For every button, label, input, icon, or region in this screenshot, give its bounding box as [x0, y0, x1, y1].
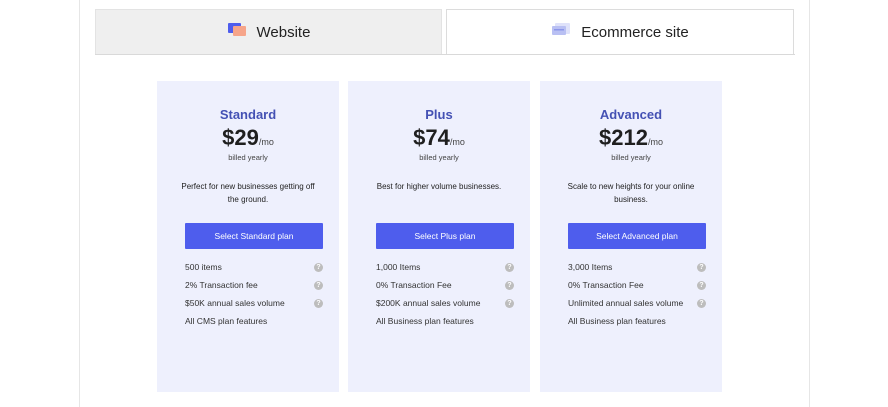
feature-text: $50K annual sales volume — [185, 298, 285, 308]
select-plus-plan-button[interactable]: Select Plus plan — [376, 223, 514, 249]
feature-item: $50K annual sales volume? — [185, 298, 323, 309]
tab-ecommerce-label: Ecommerce site — [581, 23, 689, 41]
help-icon[interactable]: ? — [505, 263, 514, 272]
website-icon — [227, 22, 247, 42]
plan-name: Advanced — [599, 107, 663, 122]
plan-description: Scale to new heights for your online bus… — [567, 182, 695, 204]
price-period: /mo — [258, 137, 274, 147]
billing-note: billed yearly — [419, 153, 459, 162]
feature-text: All Business plan features — [568, 316, 666, 326]
feature-item: 1,000 Items? — [376, 262, 514, 273]
feature-text: Unlimited annual sales volume — [568, 298, 684, 308]
help-icon[interactable]: ? — [697, 263, 706, 272]
select-advanced-plan-button[interactable]: Select Advanced plan — [568, 223, 706, 249]
price-row: $29/mo — [157, 125, 339, 151]
feature-item: 2% Transaction fee? — [185, 280, 323, 291]
feature-list: 3,000 Items? 0% Transaction Fee? Unlimit… — [568, 262, 706, 334]
help-icon[interactable]: ? — [314, 263, 323, 272]
plan-name: Plus — [425, 107, 453, 122]
feature-text: 2% Transaction fee — [185, 280, 258, 290]
help-icon[interactable]: ? — [314, 299, 323, 308]
help-icon[interactable]: ? — [314, 281, 323, 290]
feature-item: Unlimited annual sales volume? — [568, 298, 706, 309]
plan-card-standard: Standard $29/mo billed yearly Perfect fo… — [157, 81, 339, 392]
plan-card-plus: Plus $74/mo billed yearly Best for highe… — [348, 81, 530, 392]
feature-item: 0% Transaction Fee? — [376, 280, 514, 291]
plan-name: Standard — [219, 107, 277, 122]
price-period: /mo — [647, 137, 663, 147]
price-row: $74/mo — [348, 125, 530, 151]
plan-price: $212 — [599, 125, 648, 150]
feature-text: 3,000 Items — [568, 262, 613, 272]
feature-item: All CMS plan features — [185, 316, 323, 327]
plan-card-advanced: Advanced $212/mo billed yearly Scale to … — [540, 81, 722, 392]
tab-website[interactable]: Website — [95, 9, 442, 55]
feature-list: 500 items? 2% Transaction fee? $50K annu… — [185, 262, 323, 334]
feature-list: 1,000 Items? 0% Transaction Fee? $200K a… — [376, 262, 514, 334]
plan-price: $29 — [222, 125, 259, 150]
select-standard-plan-button[interactable]: Select Standard plan — [185, 223, 323, 249]
feature-text: $200K annual sales volume — [376, 298, 481, 308]
feature-item: 3,000 Items? — [568, 262, 706, 273]
help-icon[interactable]: ? — [505, 299, 514, 308]
help-icon[interactable]: ? — [697, 281, 706, 290]
feature-item: $200K annual sales volume? — [376, 298, 514, 309]
feature-item: All Business plan features — [568, 316, 706, 327]
tab-website-label: Website — [256, 23, 311, 41]
plan-description: Best for higher volume businesses. — [376, 182, 502, 191]
feature-text: 0% Transaction Fee — [568, 280, 644, 290]
tab-ecommerce-site[interactable]: Ecommerce site — [446, 9, 794, 55]
feature-item: 0% Transaction Fee? — [568, 280, 706, 291]
feature-text: All Business plan features — [376, 316, 474, 326]
ecommerce-icon — [551, 22, 571, 42]
feature-item: All Business plan features — [376, 316, 514, 327]
billing-note: billed yearly — [611, 153, 651, 162]
feature-text: All CMS plan features — [185, 316, 268, 326]
price-period: /mo — [449, 137, 465, 147]
feature-text: 0% Transaction Fee — [376, 280, 452, 290]
tab-divider — [95, 54, 795, 55]
feature-text: 500 items — [185, 262, 222, 272]
price-row: $212/mo — [540, 125, 722, 151]
feature-item: 500 items? — [185, 262, 323, 273]
billing-note: billed yearly — [228, 153, 268, 162]
plan-price: $74 — [413, 125, 450, 150]
feature-text: 1,000 Items — [376, 262, 421, 272]
plan-description: Perfect for new businesses getting off t… — [181, 182, 315, 204]
help-icon[interactable]: ? — [505, 281, 514, 290]
help-icon[interactable]: ? — [697, 299, 706, 308]
